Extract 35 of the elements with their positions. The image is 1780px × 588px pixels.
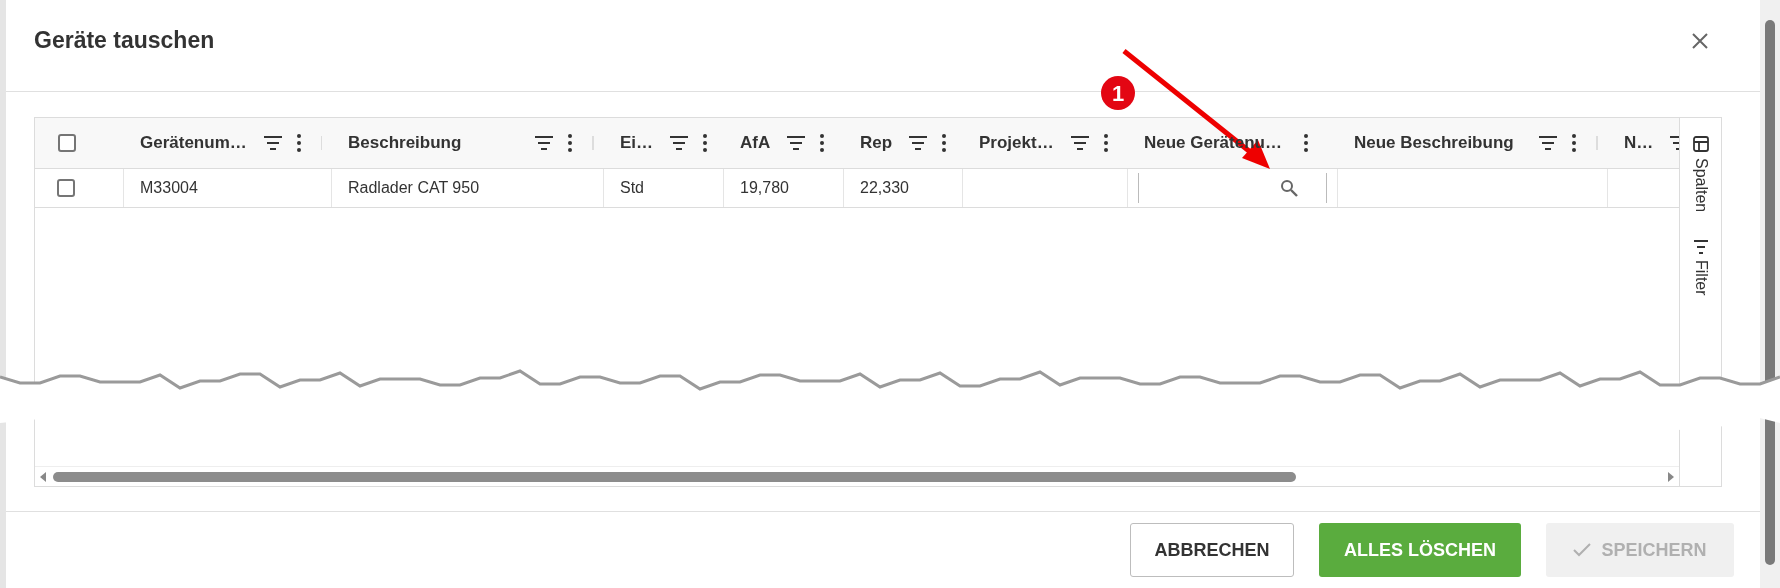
filter-icon [1692, 240, 1709, 255]
column-header[interactable]: Rep [860, 130, 893, 156]
filter-icon[interactable] [534, 136, 554, 150]
page-scrollbar-thumb[interactable] [1765, 20, 1775, 565]
filter-icon[interactable] [908, 136, 929, 150]
column-header[interactable]: Ei… [620, 130, 654, 156]
search-icon[interactable] [1280, 179, 1298, 197]
table-cell-text: M33004 [140, 178, 198, 198]
table-cell-text: Std [620, 178, 644, 198]
column-header[interactable]: Projekt… [979, 130, 1054, 156]
checkbox[interactable] [57, 179, 75, 197]
check-icon [1573, 543, 1592, 557]
table-cell-text: Radlader CAT 950 [348, 178, 480, 198]
search-field[interactable] [1138, 173, 1327, 203]
column-header[interactable]: AfA [740, 130, 771, 156]
filter-icon[interactable] [1069, 136, 1090, 150]
scroll-right-icon[interactable] [1667, 471, 1675, 482]
side-panel-tab[interactable]: Filter [1688, 240, 1713, 296]
dialog-button[interactable]: ABBRECHEN [1130, 523, 1294, 577]
filter-icon[interactable] [1538, 136, 1558, 150]
scrollbar-thumb[interactable] [53, 471, 1296, 482]
column-header[interactable]: N… [1624, 130, 1654, 156]
checkbox[interactable] [57, 134, 76, 152]
dialog-title: Geräte tauschen [34, 26, 215, 56]
filter-icon[interactable] [669, 136, 690, 150]
column-header[interactable]: Beschreibung [348, 130, 462, 156]
column-header[interactable]: Neue Beschreibung [1354, 130, 1514, 156]
side-panel-tab[interactable]: Spalten [1688, 136, 1713, 213]
filter-icon[interactable] [786, 136, 807, 150]
table-cell-text: 22,330 [860, 178, 909, 198]
table-cell-text: 19,780 [740, 178, 789, 198]
scroll-left-icon[interactable] [39, 471, 47, 482]
column-header[interactable]: Gerätenum… [140, 130, 247, 156]
table-icon [1692, 136, 1709, 152]
filter-icon[interactable] [262, 136, 283, 150]
